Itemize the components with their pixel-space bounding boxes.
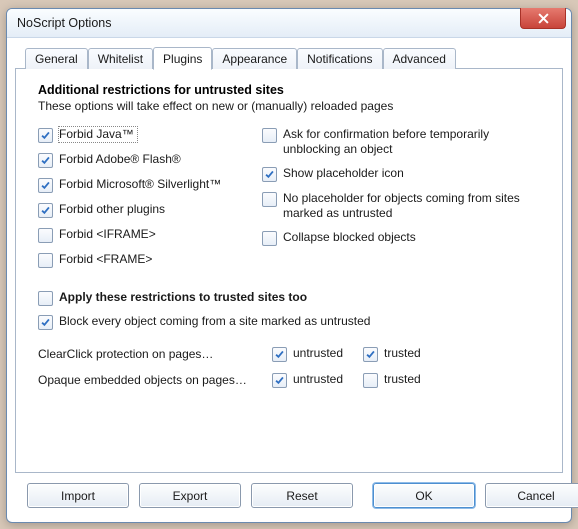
- opt-forbid-microsoft-silverlight-row[interactable]: Forbid Microsoft® Silverlight™: [38, 177, 248, 193]
- opaque-row: Opaque embedded objects on pages… untrus…: [38, 372, 544, 388]
- opt-forbid-frame-row[interactable]: Forbid <FRAME>: [38, 252, 248, 268]
- opt-forbid-iframe-label: Forbid <IFRAME>: [59, 227, 156, 242]
- tab-whitelist[interactable]: Whitelist: [88, 48, 153, 69]
- opt-ask-for-confirmation-before-te-checkbox[interactable]: [262, 128, 277, 143]
- opt-collapse-blocked-objects-row[interactable]: Collapse blocked objects: [262, 230, 544, 246]
- opaque-untrusted-checkbox[interactable]: [272, 373, 287, 388]
- export-button[interactable]: Export: [139, 483, 241, 508]
- opt-forbid-adobe-flash-checkbox[interactable]: [38, 153, 53, 168]
- tab-strip: GeneralWhitelistPluginsAppearanceNotific…: [15, 46, 563, 69]
- clearclick-untrusted[interactable]: untrusted: [272, 346, 343, 362]
- panel-subheading: These options will take effect on new or…: [38, 99, 544, 113]
- opt-forbid-other-plugins-checkbox[interactable]: [38, 203, 53, 218]
- opaque-options: untrusted trusted: [272, 372, 421, 388]
- clearclick-row: ClearClick protection on pages… untruste…: [38, 346, 544, 362]
- titlebar: NoScript Options: [7, 9, 571, 38]
- tab-general[interactable]: General: [25, 48, 88, 69]
- options-columns: Forbid Java™ Forbid Adobe® Flash® Forbid M…: [38, 127, 544, 268]
- options-column-right: Ask for confirmation before temporarily …: [262, 127, 544, 268]
- clearclick-options: untrusted trusted: [272, 346, 421, 362]
- options-column-left: Forbid Java™ Forbid Adobe® Flash® Forbid M…: [38, 127, 248, 268]
- opt-forbid-microsoft-silverlight-label: Forbid Microsoft® Silverlight™: [59, 177, 221, 192]
- opt-forbid-java-label: Forbid Java™: [58, 126, 138, 143]
- opt-ask-for-confirmation-before-te-label: Ask for confirmation before temporarily …: [283, 127, 544, 157]
- close-icon: [538, 13, 549, 24]
- opt-forbid-adobe-flash-row[interactable]: Forbid Adobe® Flash®: [38, 152, 248, 168]
- panel-heading: Additional restrictions for untrusted si…: [38, 83, 544, 97]
- opt-ask-for-confirmation-before-te-row[interactable]: Ask for confirmation before temporarily …: [262, 127, 544, 157]
- tab-panel-plugins: Additional restrictions for untrusted si…: [15, 68, 563, 473]
- opt-forbid-microsoft-silverlight-checkbox[interactable]: [38, 178, 53, 193]
- clearclick-untrusted-label: untrusted: [293, 346, 343, 361]
- apply-trusted-row[interactable]: Apply these restrictions to trusted site…: [38, 290, 544, 306]
- window-title: NoScript Options: [17, 16, 111, 30]
- clearclick-trusted-label: trusted: [384, 346, 421, 361]
- apply-trusted-checkbox[interactable]: [38, 291, 53, 306]
- opt-forbid-java-row[interactable]: Forbid Java™: [38, 127, 248, 143]
- tab-plugins[interactable]: Plugins: [153, 47, 212, 70]
- opaque-label: Opaque embedded objects on pages…: [38, 373, 248, 387]
- tab-advanced[interactable]: Advanced: [383, 48, 456, 69]
- opt-collapse-blocked-objects-checkbox[interactable]: [262, 231, 277, 246]
- clearclick-label: ClearClick protection on pages…: [38, 347, 248, 361]
- import-button[interactable]: Import: [27, 483, 129, 508]
- clearclick-trusted-checkbox[interactable]: [363, 347, 378, 362]
- tab-appearance[interactable]: Appearance: [212, 48, 297, 69]
- apply-trusted-label: Apply these restrictions to trusted site…: [59, 290, 307, 305]
- opt-show-placeholder-icon-label: Show placeholder icon: [283, 166, 404, 181]
- opt-collapse-blocked-objects-label: Collapse blocked objects: [283, 230, 416, 245]
- opt-no-placeholder-for-objects-com-label: No placeholder for objects coming from s…: [283, 191, 544, 221]
- opaque-trusted-checkbox[interactable]: [363, 373, 378, 388]
- opt-no-placeholder-for-objects-com-checkbox[interactable]: [262, 192, 277, 207]
- clearclick-untrusted-checkbox[interactable]: [272, 347, 287, 362]
- button-bar: Import Export Reset OK Cancel: [15, 473, 563, 514]
- opaque-untrusted[interactable]: untrusted: [272, 372, 343, 388]
- opt-forbid-iframe-row[interactable]: Forbid <IFRAME>: [38, 227, 248, 243]
- opt-forbid-other-plugins-row[interactable]: Forbid other plugins: [38, 202, 248, 218]
- per-page-options: ClearClick protection on pages… untruste…: [38, 346, 544, 388]
- ok-button[interactable]: OK: [373, 483, 475, 508]
- close-button[interactable]: [520, 8, 566, 29]
- block-untrusted-label: Block every object coming from a site ma…: [59, 314, 370, 329]
- opt-forbid-java-checkbox[interactable]: [38, 128, 53, 143]
- cancel-button[interactable]: Cancel: [485, 483, 578, 508]
- tab-notifications[interactable]: Notifications: [297, 48, 382, 69]
- opt-forbid-other-plugins-label: Forbid other plugins: [59, 202, 165, 217]
- opt-forbid-frame-label: Forbid <FRAME>: [59, 252, 152, 267]
- secondary-options: Apply these restrictions to trusted site…: [38, 290, 544, 330]
- dialog-window: NoScript Options GeneralWhitelistPlugins…: [6, 8, 572, 523]
- client-area: GeneralWhitelistPluginsAppearanceNotific…: [7, 38, 571, 522]
- opaque-untrusted-label: untrusted: [293, 372, 343, 387]
- opaque-trusted[interactable]: trusted: [363, 372, 421, 388]
- opaque-trusted-label: trusted: [384, 372, 421, 387]
- block-untrusted-row[interactable]: Block every object coming from a site ma…: [38, 314, 544, 330]
- opt-show-placeholder-icon-row[interactable]: Show placeholder icon: [262, 166, 544, 182]
- opt-no-placeholder-for-objects-com-row[interactable]: No placeholder for objects coming from s…: [262, 191, 544, 221]
- block-untrusted-checkbox[interactable]: [38, 315, 53, 330]
- opt-forbid-adobe-flash-label: Forbid Adobe® Flash®: [59, 152, 181, 167]
- clearclick-trusted[interactable]: trusted: [363, 346, 421, 362]
- opt-forbid-iframe-checkbox[interactable]: [38, 228, 53, 243]
- opt-show-placeholder-icon-checkbox[interactable]: [262, 167, 277, 182]
- opt-forbid-frame-checkbox[interactable]: [38, 253, 53, 268]
- reset-button[interactable]: Reset: [251, 483, 353, 508]
